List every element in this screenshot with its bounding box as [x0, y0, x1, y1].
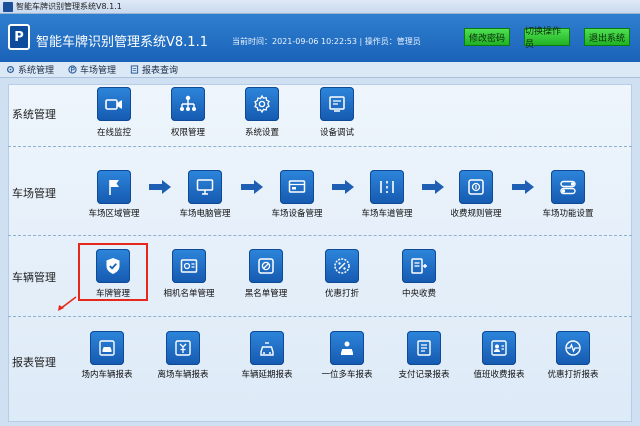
tile-blacklist[interactable] [249, 249, 283, 283]
tile-label: 优惠打折 [324, 289, 359, 299]
flow-arrow-icon [241, 180, 263, 194]
tile-online-monitor[interactable] [97, 87, 131, 121]
section-label-vehicle: 车辆管理 [12, 271, 56, 284]
tile-label: 值班收费报表 [473, 370, 525, 380]
tile-report-in-yard[interactable] [90, 331, 124, 365]
tile-device-debug[interactable] [320, 87, 354, 121]
report-icon [130, 65, 139, 74]
ban-icon [258, 258, 274, 274]
car-extend-icon [260, 342, 274, 356]
tile-report-payment[interactable] [407, 331, 441, 365]
flow-arrow-icon [422, 180, 444, 194]
tile-parking-computer[interactable] [188, 170, 222, 204]
app-logo: P [8, 24, 30, 50]
menu-reports[interactable]: 报表查询 [130, 63, 178, 76]
window-titlebar: 智能车牌识别管理系统V8.1.1 [0, 0, 640, 14]
car-out-icon [175, 340, 191, 356]
tile-label: 车场电脑管理 [179, 209, 231, 219]
central-pay-icon [411, 258, 427, 274]
tile-label: 车场车道管理 [361, 209, 413, 219]
menu-system[interactable]: 系统管理 [6, 63, 54, 76]
flow-arrow-icon [512, 180, 534, 194]
tile-plate-management[interactable] [96, 249, 130, 283]
parking-icon [68, 65, 77, 74]
equipment-icon [288, 180, 306, 193]
exit-system-button[interactable]: 退出系统 [584, 28, 630, 46]
tile-label: 黑名单管理 [244, 289, 288, 299]
section-label-system: 系统管理 [12, 108, 56, 121]
tile-label: 离场车辆报表 [157, 370, 209, 380]
car-in-icon [99, 340, 115, 356]
tile-label: 收费规则管理 [450, 209, 502, 219]
flow-arrow-icon [149, 180, 171, 194]
tile-permission[interactable] [171, 87, 205, 121]
tile-system-settings[interactable] [245, 87, 279, 121]
discount-report-icon [565, 340, 581, 356]
shield-check-icon [106, 258, 120, 274]
gear-icon [254, 94, 270, 114]
tile-label: 车牌管理 [95, 289, 130, 299]
tile-label: 车辆延期报表 [241, 370, 293, 380]
flag-icon [109, 180, 119, 195]
camera-icon [105, 99, 122, 110]
tile-label: 车场区域管理 [88, 209, 140, 219]
tile-parking-area[interactable] [97, 170, 131, 204]
tile-label: 一位多车报表 [321, 370, 373, 380]
duty-icon [491, 340, 507, 356]
tile-central-pay[interactable] [402, 249, 436, 283]
tile-label: 系统设置 [244, 128, 279, 138]
section-divider [8, 146, 632, 147]
tile-label: 在线监控 [96, 128, 131, 138]
switch-operator-button[interactable]: 切换操作员 [524, 27, 570, 50]
tile-label: 车场设备管理 [271, 209, 323, 219]
camera-list-icon [180, 259, 198, 273]
tile-label: 相机名单管理 [163, 289, 215, 299]
tile-parking-lane[interactable] [370, 170, 404, 204]
section-label-reports: 报表管理 [12, 356, 56, 369]
app-window-icon [3, 1, 13, 12]
section-label-parking: 车场管理 [12, 187, 56, 200]
tile-camera-list[interactable] [172, 249, 206, 283]
tile-report-duty[interactable] [482, 331, 516, 365]
tile-report-extension[interactable] [250, 331, 284, 365]
payment-icon [417, 340, 431, 356]
tile-parking-equipment[interactable] [280, 170, 314, 204]
tile-parking-functions[interactable] [551, 170, 585, 204]
org-chart-icon [180, 95, 196, 111]
section-divider [8, 316, 632, 317]
status-info: 当前时间：2021-09-06 10:22:53 | 操作员：管理员 [232, 37, 421, 46]
tile-label: 设备调试 [319, 128, 354, 138]
discount-icon [334, 258, 350, 274]
change-password-button[interactable]: 修改密码 [464, 28, 510, 46]
toggle-icon [560, 180, 576, 195]
monitor-icon [196, 179, 214, 195]
fee-rule-icon [468, 179, 484, 195]
tile-label: 支付记录报表 [398, 370, 450, 380]
tile-report-multi-car[interactable] [330, 331, 364, 365]
window-title: 智能车牌识别管理系统V8.1.1 [16, 2, 122, 11]
multi-car-icon [341, 341, 353, 355]
device-icon [329, 96, 345, 112]
tile-label: 中央收费 [401, 289, 436, 299]
app-title: 智能车牌识别管理系统V8.1.1 [36, 35, 208, 50]
app-header: P 智能车牌识别管理系统V8.1.1 当前时间：2021-09-06 10:22… [0, 14, 640, 62]
gear-icon [6, 65, 15, 74]
lane-icon [380, 181, 394, 193]
tile-fee-rules[interactable] [459, 170, 493, 204]
menu-parking[interactable]: 车场管理 [68, 63, 116, 76]
tile-label: 权限管理 [170, 128, 205, 138]
section-divider [8, 235, 632, 236]
tile-label: 优惠打折报表 [547, 370, 599, 380]
tile-label: 场内车辆报表 [81, 370, 133, 380]
tile-discount[interactable] [325, 249, 359, 283]
flow-arrow-icon [332, 180, 354, 194]
tile-report-departed[interactable] [166, 331, 200, 365]
tile-report-discount[interactable] [556, 331, 590, 365]
tile-label: 车场功能设置 [542, 209, 594, 219]
menu-bar: 系统管理 车场管理 报表查询 [0, 62, 640, 78]
